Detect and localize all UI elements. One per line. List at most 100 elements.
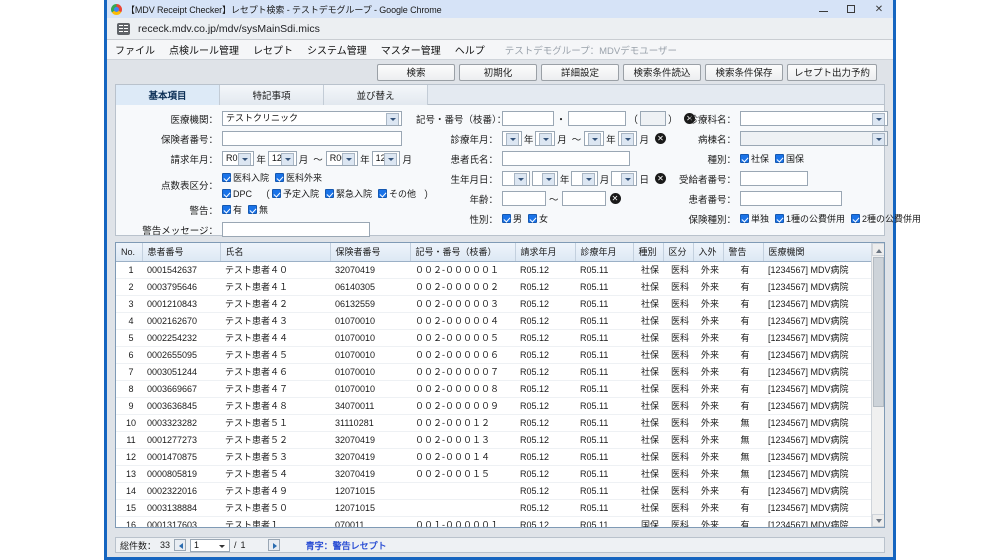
cell-patient-no[interactable]: 0002162670	[142, 312, 220, 330]
checkbox-insurance-one-public[interactable]: 1種の公費併用	[775, 212, 845, 225]
age-to-input[interactable]	[561, 191, 606, 206]
column-header-no[interactable]: No.	[116, 243, 143, 262]
menu-item-receipt[interactable]: レセプト	[253, 42, 293, 57]
menu-item-system-mgmt[interactable]: システム管理	[307, 42, 367, 57]
checkbox-emergency-admission[interactable]: 緊急入院	[325, 187, 372, 200]
checkbox-dpc[interactable]: DPC	[222, 189, 252, 199]
tab-basic-items[interactable]: 基本項目	[116, 85, 220, 105]
column-header-treat-ym[interactable]: 診療年月	[575, 243, 634, 262]
checkbox-type-kokuho[interactable]: 国保	[775, 152, 804, 165]
cell-patient-no[interactable]: 0000805819	[142, 465, 220, 483]
page-select[interactable]: 1	[190, 538, 231, 552]
checkbox-medical-inpatient[interactable]: 医科入院	[222, 171, 269, 184]
table-row[interactable]: 13 0000805819 テスト患者５４ 32070419 ００２-０００１５ R05.…	[116, 465, 876, 483]
table-row[interactable]: 14 0002322016 テスト患者４９ 12071015 R05.12 R05.11 社…	[116, 482, 876, 500]
menu-item-help[interactable]: ヘルプ	[455, 42, 485, 57]
cell-patient-no[interactable]: 0002655095	[142, 346, 220, 364]
table-row[interactable]: 6 0002655095 テスト患者４５ 01070010 ００２-０００００６ R05.…	[116, 346, 876, 364]
clear-birthdate-icon[interactable]: ✕	[655, 173, 666, 184]
tab-sorting[interactable]: 並び替え	[324, 85, 428, 105]
table-row[interactable]: 4 0002162670 テスト患者４３ 01070010 ００２-０００００４ R05.…	[116, 312, 876, 330]
claim-from-year-select[interactable]: R05	[222, 151, 255, 166]
table-row[interactable]: 15 0003138884 テスト患者５０ 12071015 R05.12 R05.11 社…	[116, 499, 876, 517]
scroll-down-icon[interactable]	[872, 514, 884, 527]
age-from-input[interactable]	[502, 191, 546, 206]
table-row[interactable]: 12 0001470875 テスト患者５３ 32070419 ００２-０００１４ R05.…	[116, 448, 876, 466]
warning-message-input[interactable]	[222, 222, 370, 237]
checkbox-type-shaho[interactable]: 社保	[740, 152, 769, 165]
treat-from-month-select[interactable]	[535, 131, 556, 146]
receipt-output-reserve-button[interactable]: レセプト出力予約	[786, 63, 877, 81]
column-header-claim-ym[interactable]: 請求年月	[515, 243, 576, 262]
table-row[interactable]: 11 0001277273 テスト患者５２ 32070419 ００２-０００１３ R05.…	[116, 431, 876, 449]
load-conditions-button[interactable]: 検索条件読込	[622, 63, 701, 81]
checkbox-insurance-two-public[interactable]: 2種の公費併用	[851, 212, 921, 225]
institution-select[interactable]: テストクリニック	[222, 111, 402, 126]
branch-input[interactable]	[640, 111, 666, 126]
scroll-up-icon[interactable]	[872, 243, 884, 256]
checkbox-sex-male[interactable]: 男	[502, 212, 522, 225]
checkbox-medical-outpatient[interactable]: 医科外来	[275, 171, 322, 184]
scrollbar-thumb[interactable]	[873, 257, 884, 407]
department-select[interactable]	[740, 111, 888, 126]
address-bar[interactable]: receck.mdv.co.jp/mdv/sysMainSdi.mics	[107, 18, 893, 40]
previous-page-button[interactable]	[174, 539, 187, 551]
cell-patient-no[interactable]: 0002254232	[142, 329, 220, 347]
recipient-no-input[interactable]	[740, 171, 808, 186]
birth-year-select[interactable]	[531, 171, 558, 186]
checkbox-warning-no[interactable]: 無	[248, 203, 268, 216]
tab-special-notes[interactable]: 特記事項	[220, 85, 324, 105]
column-header-patient-no[interactable]: 患者番号	[142, 243, 221, 262]
minimize-button[interactable]	[809, 0, 837, 18]
column-header-type[interactable]: 種別	[633, 243, 664, 262]
treat-from-year-select[interactable]	[502, 131, 522, 146]
claim-to-month-select[interactable]: 12	[371, 151, 401, 166]
cell-patient-no[interactable]: 0003138884	[142, 499, 220, 517]
cell-patient-no[interactable]: 0003636845	[142, 397, 220, 415]
table-row[interactable]: 16 0001317603 テスト患者１ 070011 ００１-０００００１ R05.12…	[116, 516, 876, 527]
cell-patient-no[interactable]: 0002322016	[142, 482, 220, 500]
menu-item-file[interactable]: ファイル	[115, 42, 155, 57]
patient-name-input[interactable]	[502, 151, 630, 166]
save-conditions-button[interactable]: 検索条件保存	[704, 63, 783, 81]
cell-patient-no[interactable]: 0001210843	[142, 295, 220, 313]
column-header-insurer-no[interactable]: 保険者番号	[330, 243, 411, 262]
table-row[interactable]: 2 0003795646 テスト患者４１ 06140305 ００２-０００００２ R05.…	[116, 278, 876, 296]
table-row[interactable]: 7 0003051244 テスト患者４６ 01070010 ００２-０００００７ R05.…	[116, 363, 876, 381]
column-header-division[interactable]: 区分	[663, 243, 694, 262]
menu-item-rule-mgmt[interactable]: 点検ルール管理	[169, 42, 239, 57]
birth-era-select[interactable]	[502, 171, 530, 186]
column-header-warning[interactable]: 警告	[723, 243, 764, 262]
table-row[interactable]: 10 0003323282 テスト患者５１ 31110281 ００２-０００１２ R05.…	[116, 414, 876, 432]
column-header-inout[interactable]: 入外	[693, 243, 724, 262]
birth-month-select[interactable]	[571, 171, 598, 186]
table-row[interactable]: 3 0001210843 テスト患者４２ 06132559 ００２-０００００３ R05.…	[116, 295, 876, 313]
next-page-button[interactable]	[267, 539, 280, 551]
column-header-symbol-no[interactable]: 記号・番号（枝番）	[410, 243, 516, 262]
reset-button[interactable]: 初期化	[458, 63, 537, 81]
results-scrollbar[interactable]	[871, 243, 884, 527]
insurer-no-input[interactable]	[222, 131, 402, 146]
cell-patient-no[interactable]: 0003795646	[142, 278, 220, 296]
number-input[interactable]	[568, 111, 626, 126]
cell-patient-no[interactable]: 0001317603	[142, 516, 220, 527]
search-button[interactable]: 検索	[376, 63, 455, 81]
menu-item-master-mgmt[interactable]: マスター管理	[381, 42, 441, 57]
cell-patient-no[interactable]: 0003051244	[142, 363, 220, 381]
detail-settings-button[interactable]: 詳細設定	[540, 63, 619, 81]
table-row[interactable]: 9 0003636845 テスト患者４８ 34070011 ００２-０００００９ R05.…	[116, 397, 876, 415]
claim-to-year-select[interactable]: R06	[325, 151, 359, 166]
birth-day-select[interactable]	[611, 171, 638, 186]
site-info-icon[interactable]	[117, 22, 130, 35]
cell-patient-no[interactable]: 0001277273	[142, 431, 220, 449]
cell-patient-no[interactable]: 0003669667	[142, 380, 220, 398]
checkbox-scheduled-admission[interactable]: 予定入院	[272, 187, 319, 200]
table-row[interactable]: 8 0003669667 テスト患者４７ 01070010 ００２-０００００８ R05.…	[116, 380, 876, 398]
cell-patient-no[interactable]: 0003323282	[142, 414, 220, 432]
checkbox-sex-female[interactable]: 女	[528, 212, 548, 225]
ward-select[interactable]	[740, 131, 888, 146]
cell-patient-no[interactable]: 0001542637	[142, 261, 220, 279]
patient-no-input[interactable]	[740, 191, 842, 206]
cell-patient-no[interactable]: 0001470875	[142, 448, 220, 466]
clear-age-icon[interactable]: ✕	[609, 193, 621, 204]
